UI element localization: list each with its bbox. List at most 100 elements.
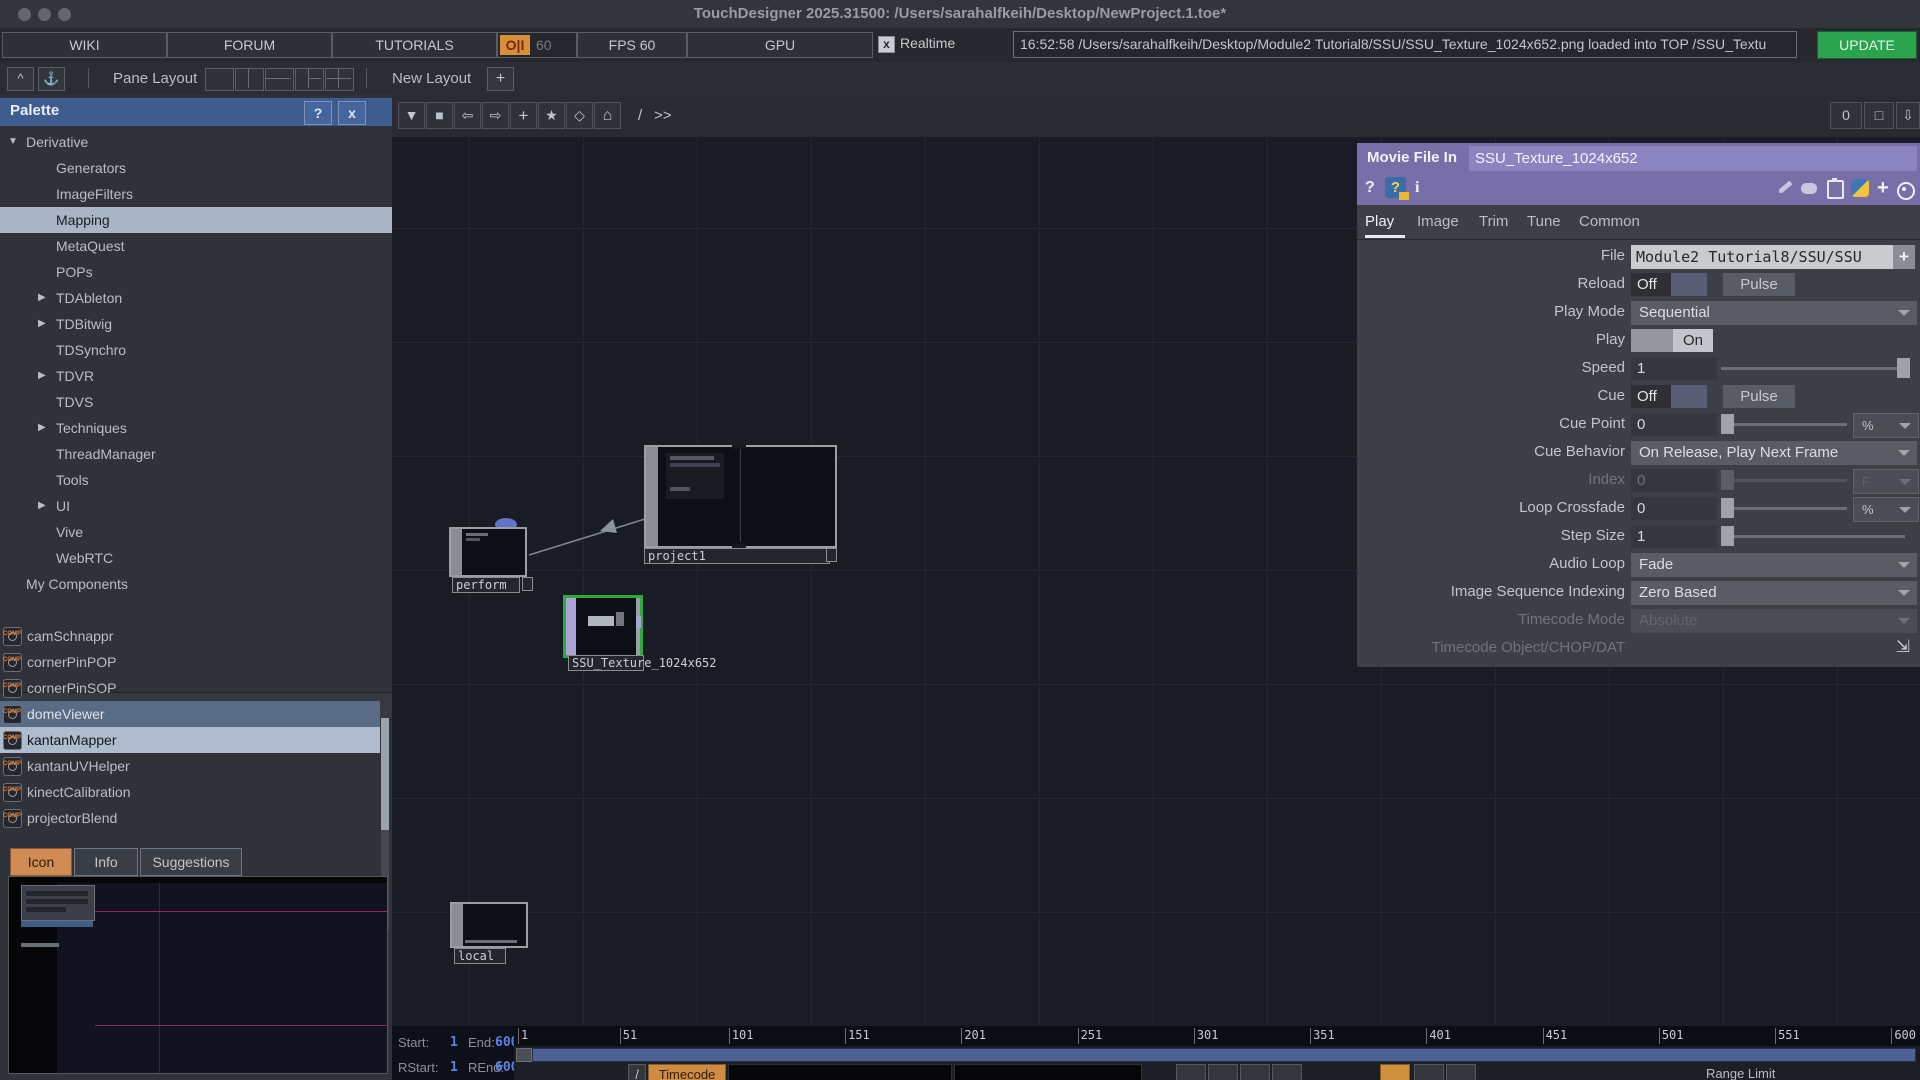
pane-layout-left-right-icon[interactable] [295,68,324,91]
node-label-perform[interactable]: perform [452,577,520,593]
copy-parameters-icon[interactable] [1827,180,1844,199]
info-icon[interactable]: i [1415,179,1419,197]
realtime-checkbox[interactable]: x [878,36,895,53]
tree-item-tdvs[interactable]: TDVS [0,389,448,415]
cue-point-value[interactable]: 0 [1631,413,1717,436]
list-item-cornerpinpop[interactable]: COMP cornerPinPOP [0,649,380,675]
pane-layout-hsplit-icon[interactable] [265,68,294,91]
tree-item-tdvr[interactable]: TDVR [0,363,448,389]
speed-value[interactable]: 1 [1631,357,1717,380]
target-icon[interactable] [1897,182,1915,200]
param-tab-common[interactable]: Common [1579,213,1640,230]
node-label-local[interactable]: local [454,948,506,964]
node-label-handle[interactable] [826,548,837,562]
home-icon[interactable]: ⌂ [594,102,621,129]
midi-indicator[interactable]: O|I 60 [497,32,577,58]
gpu-button[interactable]: GPU [687,32,873,58]
slider-handle[interactable] [1721,414,1734,434]
index-value[interactable]: 0 [1631,469,1717,492]
tree-item-mapping[interactable]: Mapping [0,207,448,233]
cue-point-unit-dropdown[interactable]: % [1853,413,1919,438]
depth-indicator[interactable]: 0 [1830,102,1862,129]
slider-handle[interactable] [1721,526,1734,546]
start-value[interactable]: 1 [450,1035,458,1050]
node-ssu-texture[interactable] [563,595,643,658]
cue-pulse-button[interactable]: Pulse [1723,385,1795,408]
range-left-handle[interactable] [516,1048,532,1062]
tree-item-metaquest[interactable]: MetaQuest [0,233,448,259]
range-bar[interactable] [532,1048,1916,1062]
tree-item-imagefilters[interactable]: ImageFilters [0,181,448,207]
collapse-down-icon[interactable]: ⇩ [1896,102,1920,129]
node-label-ssu-texture[interactable]: SSU_Texture_1024x652 [568,655,644,671]
node-label-handle[interactable] [522,577,533,591]
cue-toggle[interactable] [1671,385,1707,408]
list-item-camschnappr[interactable]: COMP camSchnappr [0,623,380,649]
scrollbar-thumb[interactable] [381,718,389,830]
cue-behavior-dropdown[interactable]: On Release, Play Next Frame [1631,441,1917,465]
audio-loop-dropdown[interactable]: Fade [1631,553,1917,577]
fps-indicator[interactable]: FPS 60 [577,32,687,58]
tree-item-pops[interactable]: POPs [0,259,448,285]
add-parameter-icon[interactable]: + [1877,177,1889,200]
list-item-kinectcalibration[interactable]: COMP kinectCalibration [0,779,380,805]
transport-button[interactable] [1414,1064,1444,1080]
play-toggle[interactable] [1631,329,1673,352]
tutorials-button[interactable]: TUTORIALS [332,32,497,58]
transport-button[interactable] [1446,1064,1476,1080]
play-on-label[interactable]: On [1673,329,1713,352]
tree-item-tdableton[interactable]: TDAbleton [0,285,448,311]
operator-name-field[interactable]: SSU_Texture_1024x652 [1469,146,1917,171]
tree-item-ui[interactable]: UI [0,493,448,519]
rstart-value[interactable]: 1 [450,1060,458,1075]
list-item-domeviewer[interactable]: COMP domeViewer [0,701,380,727]
node-pick-arrow-icon[interactable]: ⇲ [1896,637,1910,657]
step-size-slider[interactable] [1721,535,1905,538]
step-size-value[interactable]: 1 [1631,525,1717,548]
pencil-icon[interactable] [1777,180,1792,194]
tree-item-tdbitwig[interactable]: TDBitwig [0,311,448,337]
list-item-kantanuvhelper[interactable]: COMP kantanUVHelper [0,753,380,779]
tab-suggestions[interactable]: Suggestions [140,848,242,876]
tree-item-webrtc[interactable]: WebRTC [0,545,448,571]
palette-close-button[interactable]: x [338,101,366,125]
timecode-mode-chip[interactable]: Timecode [648,1064,726,1080]
pane-layout-vsplit-icon[interactable] [235,68,264,91]
wiki-button[interactable]: WIKI [2,32,167,58]
loop-crossfade-unit-dropdown[interactable]: % [1853,497,1919,522]
forum-button[interactable]: FORUM [167,32,332,58]
transport-button[interactable] [1272,1064,1302,1080]
window-icon[interactable]: ^ [7,67,34,91]
reload-toggle[interactable] [1671,273,1707,296]
node-connector[interactable] [732,445,746,449]
param-tab-play[interactable]: Play [1365,213,1394,230]
python-help-icon[interactable]: ? [1385,177,1406,198]
network-path-more[interactable]: >> [654,107,672,124]
image-sequence-indexing-dropdown[interactable]: Zero Based [1631,581,1917,605]
pane-layout-single-icon[interactable] [205,68,234,91]
loop-crossfade-value[interactable]: 0 [1631,497,1717,520]
tree-item-generators[interactable]: Generators [0,155,448,181]
reload-pulse-button[interactable]: Pulse [1723,273,1795,296]
window-restore-icon[interactable]: □ [1864,102,1894,129]
play-forward-button[interactable] [1380,1064,1410,1080]
tree-item-vive[interactable]: Vive [0,519,448,545]
node-perform[interactable] [449,527,527,577]
tree-item-tdsynchro[interactable]: TDSynchro [0,337,448,363]
dropdown-icon[interactable]: ▼ [398,102,425,129]
tree-item-tools[interactable]: Tools [0,467,448,493]
palette-help-button[interactable]: ? [304,101,332,125]
param-tab-image[interactable]: Image [1417,213,1459,230]
transport-button[interactable] [1240,1064,1270,1080]
node-project1[interactable] [644,445,837,548]
list-item-projectorblend[interactable]: COMP projectorBlend [0,805,380,831]
speed-slider[interactable] [1721,367,1905,370]
loop-crossfade-slider[interactable] [1721,507,1847,510]
add-operator-icon[interactable]: + [510,102,537,129]
list-item-cornerpinsop[interactable]: COMP cornerPinSOP [0,675,380,701]
help-icon[interactable]: ? [1365,179,1375,197]
slider-handle[interactable] [1897,358,1910,378]
tab-info[interactable]: Info [74,848,138,876]
network-path-root[interactable]: / [638,107,642,124]
op-find-icon[interactable]: ◇ [566,102,593,129]
